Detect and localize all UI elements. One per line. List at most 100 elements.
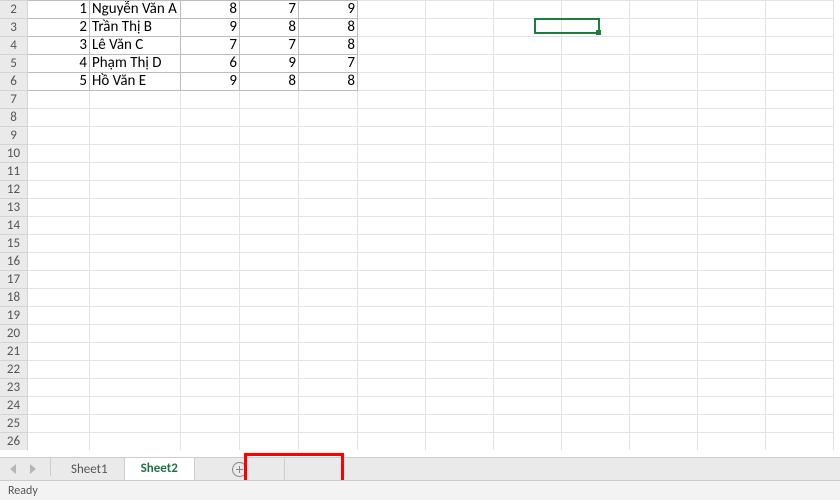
cell[interactable]: 8 [240,18,299,36]
cell[interactable] [426,306,494,324]
cell[interactable] [90,432,181,450]
cell[interactable] [426,144,494,162]
cell[interactable] [698,414,766,432]
cell[interactable] [240,252,299,270]
cell[interactable]: 8 [240,72,299,90]
cell[interactable] [299,396,358,414]
cell[interactable] [698,0,766,18]
cell[interactable] [28,90,90,108]
cell[interactable] [494,90,562,108]
cell[interactable] [494,252,562,270]
cell[interactable] [766,270,834,288]
cell[interactable] [766,234,834,252]
cell[interactable] [240,198,299,216]
cell[interactable] [562,306,630,324]
cell[interactable] [358,144,426,162]
cell[interactable] [698,270,766,288]
cell[interactable] [90,216,181,234]
cell[interactable] [698,144,766,162]
cell[interactable] [358,36,426,54]
cell[interactable] [630,396,698,414]
cell[interactable] [90,252,181,270]
cell[interactable] [181,432,240,450]
cell[interactable] [494,270,562,288]
tab-nav-prev-icon[interactable] [10,464,16,474]
cell[interactable] [90,270,181,288]
cell[interactable] [630,126,698,144]
cell[interactable] [240,342,299,360]
cell[interactable] [181,252,240,270]
cell[interactable] [766,198,834,216]
cell[interactable] [562,396,630,414]
cell[interactable] [698,288,766,306]
cell[interactable] [28,360,90,378]
cell[interactable]: 3 [28,36,90,54]
cell[interactable] [90,396,181,414]
cell[interactable]: 8 [299,18,358,36]
cell[interactable] [90,414,181,432]
cell[interactable] [766,72,834,90]
cell[interactable] [698,180,766,198]
row-header[interactable]: 12 [0,180,28,198]
cell[interactable] [562,162,630,180]
cell[interactable] [90,234,181,252]
cell[interactable] [494,216,562,234]
row-header[interactable]: 8 [0,108,28,126]
cell[interactable]: 9 [299,0,358,18]
cell[interactable] [426,108,494,126]
cell[interactable] [181,234,240,252]
row-header[interactable]: 3 [0,18,28,36]
cell[interactable] [698,36,766,54]
cell[interactable] [562,18,630,36]
cell[interactable] [181,180,240,198]
cell[interactable] [240,306,299,324]
cell[interactable] [562,342,630,360]
cell[interactable] [28,414,90,432]
cell[interactable] [698,342,766,360]
row-header[interactable]: 7 [0,90,28,108]
cell[interactable] [358,360,426,378]
cell[interactable] [562,126,630,144]
cell[interactable] [494,342,562,360]
cell[interactable] [240,216,299,234]
cell[interactable] [494,288,562,306]
cell[interactable] [630,360,698,378]
cell[interactable]: Lê Văn C [90,36,181,54]
cell[interactable] [181,324,240,342]
cell[interactable] [299,108,358,126]
cell[interactable]: 8 [299,36,358,54]
cell[interactable] [181,378,240,396]
cell[interactable] [358,306,426,324]
cell[interactable] [358,216,426,234]
cell[interactable] [630,72,698,90]
cell[interactable] [90,162,181,180]
row-header[interactable]: 6 [0,72,28,90]
cell[interactable] [698,378,766,396]
cell[interactable] [494,126,562,144]
cell[interactable] [698,18,766,36]
cell[interactable] [766,414,834,432]
cell[interactable] [698,216,766,234]
cell[interactable] [240,360,299,378]
cell[interactable] [28,396,90,414]
cell[interactable] [766,324,834,342]
cell[interactable] [358,72,426,90]
cell[interactable] [181,162,240,180]
cell[interactable] [358,432,426,450]
cell[interactable] [358,288,426,306]
cell[interactable]: 7 [240,0,299,18]
cell[interactable] [630,180,698,198]
cell[interactable] [181,126,240,144]
cell[interactable] [698,54,766,72]
cell[interactable] [299,90,358,108]
cell[interactable] [426,432,494,450]
cell[interactable] [426,216,494,234]
cell[interactable] [358,234,426,252]
cell[interactable]: 9 [181,72,240,90]
cell[interactable] [766,108,834,126]
new-sheet-button[interactable] [195,458,285,480]
cell[interactable] [358,396,426,414]
cell[interactable] [766,162,834,180]
cell[interactable] [358,180,426,198]
cell[interactable] [562,144,630,162]
